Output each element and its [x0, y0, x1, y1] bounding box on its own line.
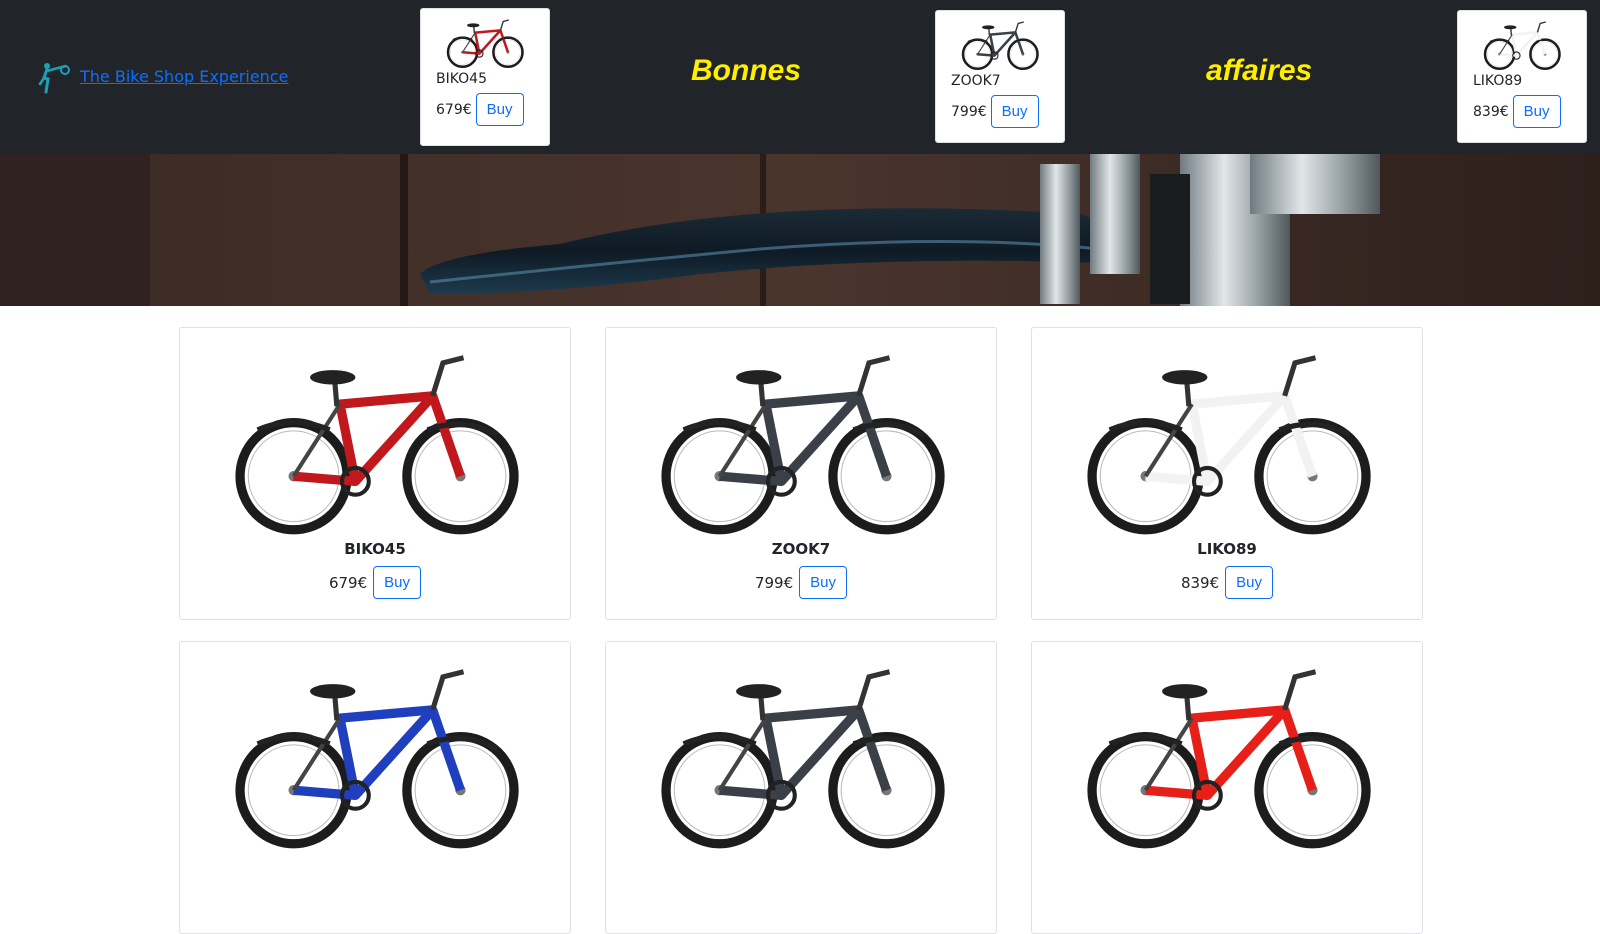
product-name: ZOOK7: [771, 540, 831, 558]
product-card: ZOOK7 799€ Buy: [605, 327, 997, 620]
brand-logo-icon: [38, 63, 70, 94]
hero-banner-image: [0, 154, 1600, 306]
buy-button[interactable]: Buy: [373, 566, 422, 599]
product-name: LIKO89: [1197, 540, 1257, 558]
product-price: 679€: [328, 573, 368, 592]
buy-button[interactable]: Buy: [799, 566, 848, 599]
product-price: 839€: [1180, 573, 1220, 592]
promo-text-right: affaires: [1206, 54, 1313, 87]
deal-buy-button[interactable]: Buy: [475, 93, 524, 126]
product-bike-image: [235, 669, 519, 849]
product-name: BIKO45: [344, 540, 406, 558]
product-card: LIKO89 839€ Buy: [1031, 327, 1423, 620]
product-bike-image: [235, 355, 519, 535]
deal-card-liko89: LIKO89 839€ Buy: [1457, 10, 1587, 143]
brand-home-link[interactable]: The Bike Shop Experience: [80, 67, 288, 86]
deal-buy-button[interactable]: Buy: [1512, 95, 1561, 128]
deal-bike-image: [446, 19, 524, 69]
product-price: 799€: [754, 573, 794, 592]
deal-product-name: ZOOK7: [951, 73, 1001, 89]
product-card: [1031, 641, 1423, 934]
deal-price: 839€: [1473, 103, 1509, 120]
product-bike-image: [1087, 355, 1371, 535]
buy-button[interactable]: Buy: [1225, 566, 1274, 599]
deal-buy-button[interactable]: Buy: [990, 95, 1039, 128]
product-card: BIKO45 679€ Buy: [179, 327, 571, 620]
product-bike-image: [1087, 669, 1371, 849]
product-bike-image: [661, 669, 945, 849]
brand: The Bike Shop Experience: [38, 58, 288, 94]
deal-card-biko45: BIKO45 679€ Buy: [420, 8, 550, 146]
deal-price: 799€: [951, 103, 987, 120]
promo-text-left: Bonnes: [691, 54, 802, 87]
deal-bike-image: [1483, 21, 1561, 71]
deal-product-name: BIKO45: [436, 71, 487, 87]
product-card: [605, 641, 997, 934]
top-navbar: The Bike Shop Experience BIKO45 679€ Buy…: [0, 0, 1600, 154]
deal-price: 679€: [436, 101, 472, 118]
product-card: [179, 641, 571, 934]
product-bike-image: [661, 355, 945, 535]
deal-product-name: LIKO89: [1473, 73, 1523, 89]
deal-bike-image: [961, 21, 1039, 71]
deal-card-zook7: ZOOK7 799€ Buy: [935, 10, 1065, 143]
